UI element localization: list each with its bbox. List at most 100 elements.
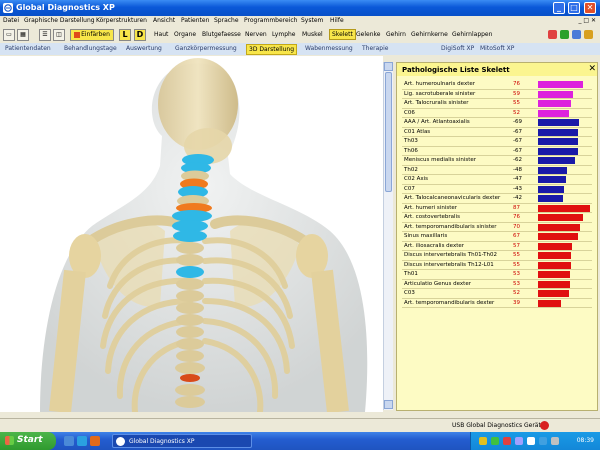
quicklaunch-browser-icon[interactable] [77, 436, 87, 446]
list-item[interactable]: Th01 53 [402, 270, 592, 280]
minimize-button[interactable]: _ [553, 2, 565, 14]
list-view-button[interactable]: ☰ [39, 29, 51, 41]
palette-icon [74, 31, 81, 38]
settings-icon[interactable] [572, 30, 581, 39]
tab-behandlungstage[interactable]: Behandlungstage [64, 45, 117, 52]
list-item[interactable]: Th06 -67 [402, 147, 592, 156]
menu-bar: Datei Graphische Darstellung Körperstruk… [0, 16, 600, 27]
list-item[interactable]: C06 52 [402, 109, 592, 118]
maximize-button[interactable]: □ [568, 2, 580, 14]
list-item[interactable]: Art. costovertebralis 76 [402, 213, 592, 223]
list-item-bar [538, 280, 570, 288]
tray-icon-2[interactable] [491, 437, 499, 445]
tab-therapie[interactable]: Therapie [362, 45, 388, 52]
tab-ganzkoerpermessung[interactable]: Ganzkörpermessung [175, 45, 237, 52]
list-item[interactable]: Art. Talocalcaneonavicularis dexter -42 [402, 194, 592, 204]
category-organe[interactable]: Organe [174, 31, 196, 38]
tray-icon-4[interactable] [515, 437, 523, 445]
network-icon[interactable] [551, 437, 559, 445]
tab-3d-darstellung[interactable]: 3D Darstellung [246, 44, 298, 55]
device-stop-icon[interactable] [540, 421, 549, 430]
list-item-value: -67 [513, 138, 522, 144]
list-item[interactable]: Th03 -67 [402, 137, 592, 147]
category-muskel[interactable]: Muskel [302, 31, 323, 38]
list-item[interactable]: C02 Axis -47 [402, 175, 592, 185]
view-single-button[interactable]: ▭ [3, 29, 15, 41]
list-item-value: -43 [513, 185, 522, 192]
colorize-button[interactable]: Einfärben [70, 29, 114, 41]
list-item-bar [538, 157, 575, 164]
list-item[interactable]: Art. iliosacralis dexter 57 [402, 242, 592, 251]
list-item-bar [538, 119, 579, 126]
list-item[interactable]: Sinus maxillaris 67 [402, 232, 592, 242]
list-item[interactable]: C07 -43 [402, 185, 592, 194]
taskbar-app-button[interactable]: Global Diagnostics XP [112, 434, 252, 448]
windows-logo-icon [5, 436, 14, 445]
category-haut[interactable]: Haut [154, 31, 168, 38]
quicklaunch-media-icon[interactable] [90, 436, 100, 446]
tab-mitosoft-xp[interactable]: MitoSoft XP [480, 45, 514, 52]
close-button[interactable]: ✕ [584, 2, 596, 14]
tray-icon-3[interactable] [503, 437, 511, 445]
menu-programmbereich[interactable]: Programmbereich [244, 17, 297, 24]
list-item[interactable]: Th02 -48 [402, 166, 592, 175]
export-icon[interactable] [584, 30, 593, 39]
right-side-button[interactable]: D [134, 29, 146, 41]
list-item[interactable]: Art. humeri sinister 87 [402, 204, 592, 213]
menu-datei[interactable]: Datei [3, 17, 19, 24]
scroll-down-arrow[interactable] [384, 400, 393, 409]
list-item[interactable]: Art. temporomandibularis sinister 70 [402, 223, 592, 232]
pathology-list: Art. humeroulnaris dexter 76 Lig. sacrotub… [402, 80, 592, 308]
category-gehirnlappen[interactable]: Gehirnlappen [452, 31, 492, 38]
mdi-window-controls[interactable]: _ □ ✕ [578, 17, 596, 24]
tray-icon-5[interactable] [527, 437, 535, 445]
tab-wabenmessung[interactable]: Wabenmessung [305, 45, 353, 52]
list-item[interactable]: Articulatio Genus dexter 53 [402, 280, 592, 289]
menu-graphische-darstellung[interactable]: Graphische Darstellung [24, 17, 95, 24]
menu-sprache[interactable]: Sprache [214, 17, 239, 24]
list-item[interactable]: C03 52 [402, 289, 592, 299]
scroll-thumb[interactable] [385, 72, 392, 192]
tab-digisoft-xp[interactable]: DigiSoft XP [441, 45, 474, 52]
record-icon[interactable] [548, 30, 557, 39]
panel-close-icon[interactable]: ✕ [588, 64, 596, 74]
tray-icon-1[interactable] [479, 437, 487, 445]
menu-hilfe[interactable]: Hilfe [330, 17, 344, 24]
list-item[interactable]: Discus intervertebralis Th12-L01 55 [402, 261, 592, 270]
split-view-button[interactable]: ◫ [53, 29, 65, 41]
volume-icon[interactable] [539, 437, 547, 445]
view-grid-button[interactable]: ▦ [17, 29, 29, 41]
category-gelenke[interactable]: Gelenke [356, 31, 380, 38]
quicklaunch-desktop-icon[interactable] [64, 436, 74, 446]
tab-patientendaten[interactable]: Patientendaten [5, 45, 51, 52]
list-item[interactable]: Art. Talocruralis sinister 55 [402, 99, 592, 109]
category-blutgefaesse[interactable]: Blutgefaesse [202, 31, 241, 38]
list-item[interactable]: C01 Atlas -67 [402, 128, 592, 137]
tab-auswertung[interactable]: Auswertung [126, 45, 162, 52]
list-item[interactable]: Meniscus medialis sinister -62 [402, 156, 592, 166]
list-item[interactable]: Art. humeroulnaris dexter 76 [402, 80, 592, 90]
category-gehirnkerne[interactable]: Gehirnkerne [411, 31, 448, 38]
list-item-value: -48 [513, 166, 522, 173]
start-button[interactable]: Start [0, 432, 56, 450]
menu-patienten[interactable]: Patienten [181, 17, 209, 24]
category-gehirn[interactable]: Gehirn [386, 31, 406, 38]
menu-ansicht[interactable]: Ansicht [153, 17, 175, 24]
viewport-scrollbar[interactable] [383, 62, 393, 410]
category-nerven[interactable]: Nerven [245, 31, 267, 38]
left-side-button[interactable]: L [119, 29, 131, 41]
list-item-bar [538, 90, 573, 98]
list-item[interactable]: AAA / Art. Atlantoaxialis -69 [402, 118, 592, 128]
list-item-bar [538, 271, 570, 278]
list-item[interactable]: Art. temporomandibularis dexter 39 [402, 299, 592, 308]
list-item[interactable]: Lig. sacrotuberale sinister 59 [402, 90, 592, 99]
category-lymphe[interactable]: Lymphe [272, 31, 296, 38]
scroll-up-arrow[interactable] [384, 62, 393, 71]
menu-system[interactable]: System [301, 17, 323, 24]
category-skelett[interactable]: Skelett [329, 29, 356, 40]
3d-viewport[interactable] [0, 56, 383, 412]
list-item-value: 76 [513, 214, 520, 220]
menu-koerperstrukturen[interactable]: Körperstrukturen [96, 17, 147, 24]
refresh-icon[interactable] [560, 30, 569, 39]
list-item[interactable]: Discus intervertebralis Th01-Th02 55 [402, 251, 592, 261]
